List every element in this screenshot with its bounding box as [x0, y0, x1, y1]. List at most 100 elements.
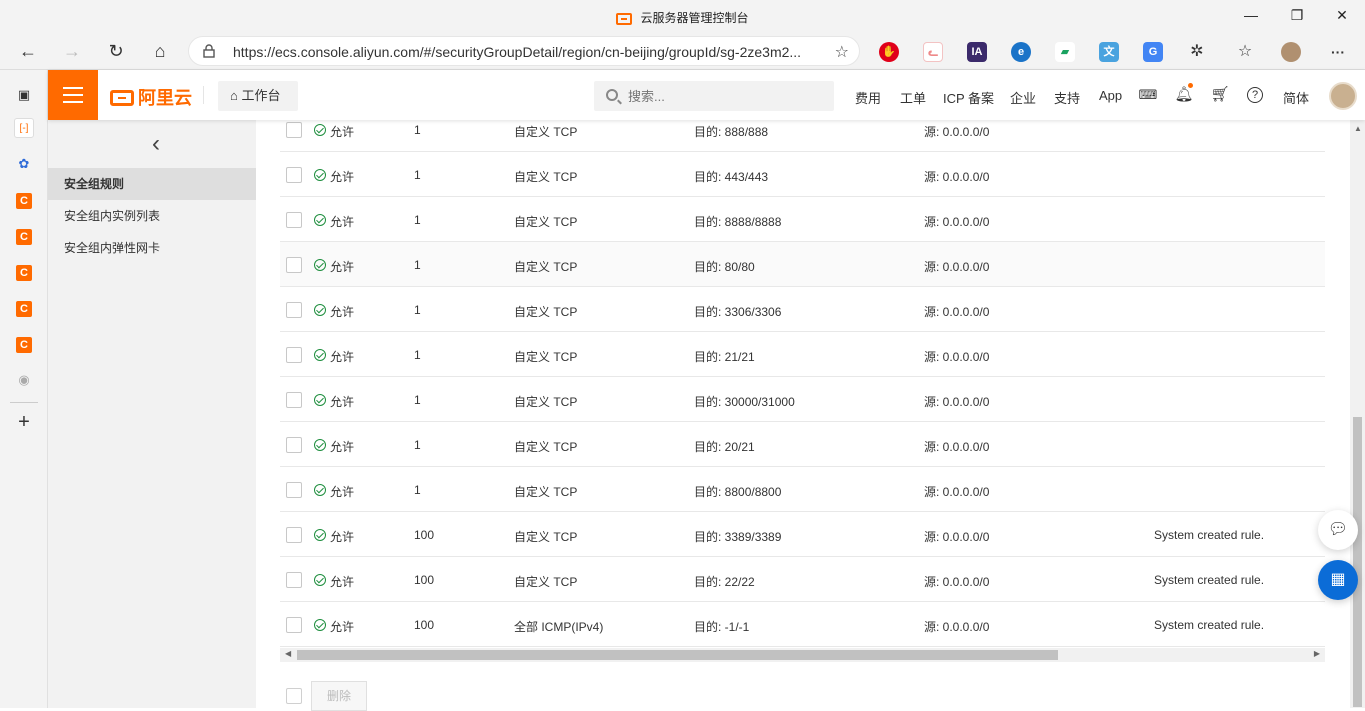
- row-checkbox[interactable]: [286, 212, 302, 228]
- flag-extension-icon[interactable]: ▰: [1055, 42, 1075, 62]
- scroll-right-arrow-icon[interactable]: ▶: [1314, 649, 1320, 658]
- rule-port-range: 目的: 80/80: [694, 260, 755, 274]
- allow-check-icon: [314, 484, 326, 496]
- back-chevron-icon[interactable]: ‹: [152, 132, 160, 156]
- delete-button[interactable]: 删除: [311, 681, 367, 711]
- rule-priority: 1: [414, 303, 421, 317]
- select-all-checkbox[interactable]: [286, 688, 302, 704]
- restore-button[interactable]: ❐: [1274, 4, 1320, 28]
- allow-check-icon: [314, 259, 326, 271]
- notification-bell-icon[interactable]: 🔔︎: [1174, 83, 1194, 105]
- add-favorite-icon[interactable]: ☆: [835, 42, 849, 62]
- workbench-button[interactable]: ⌂ 工作台: [218, 81, 298, 111]
- favorites-icon[interactable]: ☆: [1235, 42, 1255, 62]
- row-checkbox[interactable]: [286, 122, 302, 138]
- scroll-up-arrow-icon[interactable]: ▲: [1354, 124, 1362, 133]
- aliyun-brand[interactable]: 阿里云: [110, 84, 192, 110]
- nav-eni-list[interactable]: 安全组内弹性网卡: [48, 232, 256, 264]
- rule-policy: 允许: [330, 170, 355, 184]
- rule-description: System created rule.: [1154, 573, 1265, 587]
- rule-port-range: 目的: 8800/8800: [694, 485, 782, 499]
- row-checkbox[interactable]: [286, 257, 302, 273]
- rule-protocol: 全部 ICMP(IPv4): [514, 620, 604, 634]
- rule-policy: 允许: [330, 440, 355, 454]
- profile-avatar[interactable]: [1281, 42, 1301, 62]
- rule-protocol: 自定义 TCP: [514, 395, 578, 409]
- quick-apps-button[interactable]: ▦: [1318, 560, 1358, 600]
- csdn-tab-icon[interactable]: C: [16, 337, 32, 353]
- edge-extension-icon[interactable]: e: [1011, 42, 1031, 62]
- search-icon: [606, 89, 618, 101]
- forward-button[interactable]: →: [58, 38, 86, 64]
- row-checkbox[interactable]: [286, 437, 302, 453]
- reload-button[interactable]: ↻: [102, 38, 130, 64]
- tab-actions-icon[interactable]: ▣: [14, 85, 34, 105]
- scrollbar-thumb[interactable]: [297, 650, 1058, 660]
- row-checkbox[interactable]: [286, 392, 302, 408]
- scroll-left-arrow-icon[interactable]: ◀: [285, 649, 291, 658]
- lock-icon: [203, 44, 215, 58]
- cat-extension-icon[interactable]: ᓚ: [923, 42, 943, 62]
- nav-tickets[interactable]: 工单: [900, 88, 926, 107]
- rule-priority: 1: [414, 168, 421, 182]
- allow-check-icon: [314, 619, 326, 631]
- back-button[interactable]: ←: [14, 38, 42, 64]
- vertical-scrollbar[interactable]: ▲: [1350, 120, 1365, 708]
- nav-security-group-rules[interactable]: 安全组规则: [48, 168, 256, 200]
- google-translate-icon[interactable]: G: [1143, 42, 1163, 62]
- vscrollbar-thumb[interactable]: [1353, 417, 1362, 707]
- cloud-shell-icon[interactable]: ⌨: [1138, 85, 1158, 105]
- csdn-tab-icon[interactable]: C: [16, 265, 32, 281]
- allow-check-icon: [314, 529, 326, 541]
- rule-policy: 允许: [330, 260, 355, 274]
- feedback-chat-button[interactable]: 💬︎: [1318, 510, 1358, 550]
- table-row: 允许 1 自定义 TCP 目的: 20/21 源: 0.0.0.0/0: [280, 422, 1325, 467]
- notification-dot: [1188, 83, 1193, 88]
- aliyun-tab-icon[interactable]: [-]: [14, 118, 34, 138]
- menu-button[interactable]: [48, 70, 98, 120]
- allow-check-icon: [314, 124, 326, 136]
- cart-icon[interactable]: 🛒︎: [1210, 85, 1230, 105]
- row-checkbox[interactable]: [286, 302, 302, 318]
- nav-icp[interactable]: ICP 备案: [943, 88, 994, 107]
- row-checkbox[interactable]: [286, 347, 302, 363]
- browser-toolbar: ← → ↻ ⌂ https://ecs.console.aliyun.com/#…: [0, 32, 1365, 70]
- generic-tab-icon[interactable]: ◉: [14, 370, 34, 390]
- horizontal-scrollbar[interactable]: ◀ ▶: [280, 648, 1325, 662]
- table-row: 允许 1 自定义 TCP 目的: 443/443 源: 0.0.0.0/0: [280, 152, 1325, 197]
- nav-billing[interactable]: 费用: [855, 88, 881, 107]
- extensions-icon[interactable]: ✲: [1187, 42, 1207, 62]
- row-checkbox[interactable]: [286, 527, 302, 543]
- adblock-extension-icon[interactable]: ✋: [879, 42, 899, 62]
- csdn-tab-icon[interactable]: C: [16, 193, 32, 209]
- nav-instance-list[interactable]: 安全组内实例列表: [48, 200, 256, 232]
- nav-enterprise[interactable]: 企业: [1010, 88, 1036, 107]
- search-input[interactable]: [628, 86, 828, 106]
- close-window-button[interactable]: ✕: [1319, 4, 1365, 28]
- rule-port-range: 目的: 3389/3389: [694, 530, 782, 544]
- help-icon[interactable]: ?: [1247, 87, 1263, 103]
- home-button[interactable]: ⌂: [146, 38, 174, 64]
- baidu-tab-icon[interactable]: ✿: [14, 154, 34, 174]
- minimize-button[interactable]: —: [1228, 4, 1274, 28]
- search-box[interactable]: [594, 81, 834, 111]
- more-menu-icon[interactable]: ···: [1328, 42, 1348, 62]
- nav-support[interactable]: 支持: [1054, 88, 1080, 107]
- user-avatar[interactable]: [1329, 82, 1357, 110]
- rule-port-range: 目的: 443/443: [694, 170, 769, 184]
- console-topbar: 阿里云 ⌂ 工作台 费用 工单 ICP 备案 企业 支持 App ⌨ 🔔︎ 🛒︎…: [48, 70, 1365, 120]
- language-switch[interactable]: 简体: [1283, 88, 1309, 107]
- ia-extension-icon[interactable]: IA: [967, 42, 987, 62]
- csdn-tab-icon[interactable]: C: [16, 229, 32, 245]
- translate-extension-icon[interactable]: 文: [1099, 42, 1119, 62]
- row-checkbox[interactable]: [286, 572, 302, 588]
- address-bar[interactable]: https://ecs.console.aliyun.com/#/securit…: [188, 36, 860, 66]
- row-checkbox[interactable]: [286, 482, 302, 498]
- add-tab-icon[interactable]: +: [14, 412, 34, 432]
- row-checkbox[interactable]: [286, 167, 302, 183]
- csdn-tab-icon[interactable]: C: [16, 301, 32, 317]
- rule-port-range: 目的: 8888/8888: [694, 215, 782, 229]
- row-checkbox[interactable]: [286, 617, 302, 633]
- rail-divider: [10, 402, 38, 403]
- nav-app[interactable]: App: [1099, 88, 1122, 103]
